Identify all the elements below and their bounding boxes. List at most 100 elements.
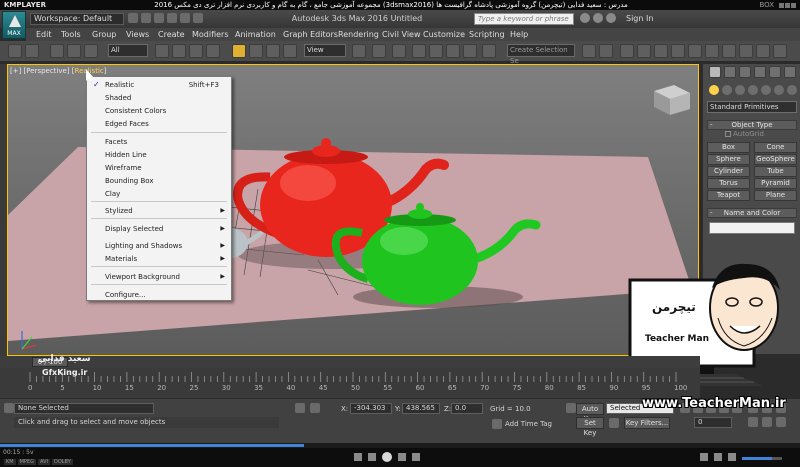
menu-item-shaded[interactable]: Shaded <box>87 92 231 104</box>
material-editor-button[interactable] <box>705 44 719 58</box>
cylinder-button[interactable]: Cylinder <box>707 166 750 177</box>
viewcube[interactable] <box>654 85 690 115</box>
manipulate-button[interactable] <box>372 44 386 58</box>
select-and-scale-button[interactable] <box>266 44 280 58</box>
playlist-icon[interactable] <box>714 453 722 461</box>
geometry-icon[interactable] <box>709 85 719 95</box>
pyramid-button[interactable]: Pyramid <box>754 178 797 189</box>
app-menu-button[interactable]: MAX <box>2 11 26 39</box>
select-and-move-button[interactable] <box>232 44 246 58</box>
layer-explorer-button[interactable] <box>637 44 651 58</box>
shapes-icon[interactable] <box>722 85 732 95</box>
menu-edit[interactable]: Edit <box>36 28 52 41</box>
key-icon[interactable] <box>566 403 576 413</box>
systems-icon[interactable] <box>787 85 797 95</box>
helpers-icon[interactable] <box>761 85 771 95</box>
open-file-icon[interactable] <box>141 13 151 23</box>
volume-slider[interactable] <box>742 457 782 460</box>
menu-customize[interactable]: Customize <box>423 28 465 41</box>
menu-tools[interactable]: Tools <box>61 28 81 41</box>
add-time-tag-button[interactable]: Add Time Tag <box>505 420 552 428</box>
key-filters-button[interactable]: Key Filters... <box>624 417 670 429</box>
set-key-button[interactable]: Set Key <box>576 417 604 437</box>
menu-item-realistic[interactable]: ✓ Realistic Shift+F3 <box>87 79 231 91</box>
cone-button[interactable]: Cone <box>754 142 797 153</box>
menu-item-viewport-background[interactable]: Viewport Background ▶ <box>87 271 231 283</box>
edit-named-selection-button[interactable] <box>482 44 496 58</box>
menu-item-bounding-box[interactable]: Bounding Box <box>87 175 231 187</box>
undo-icon[interactable] <box>167 13 177 23</box>
menu-views[interactable]: Views <box>126 28 149 41</box>
menu-graph-editors[interactable]: Graph Editors <box>283 28 338 41</box>
kmplayer-box-label[interactable]: BOX <box>759 0 774 10</box>
object-name-field[interactable] <box>709 222 795 234</box>
align-button[interactable] <box>599 44 613 58</box>
project-folder-icon[interactable] <box>193 13 203 23</box>
x-coord-field[interactable]: -304.303 <box>350 403 392 414</box>
auto-key-button[interactable]: Auto Key <box>576 403 604 423</box>
scene-explorer-button[interactable] <box>620 44 634 58</box>
torus-button[interactable]: Torus <box>707 178 750 189</box>
sign-in-link[interactable]: Sign In <box>626 14 653 23</box>
absolute-mode-icon[interactable] <box>310 403 320 413</box>
time-tag-icon[interactable] <box>492 419 502 429</box>
tube-button[interactable]: Tube <box>754 166 797 177</box>
spinner-snap-button[interactable] <box>463 44 477 58</box>
workspace-dropdown[interactable]: Workspace: Default <box>30 13 124 25</box>
pivot-center-button[interactable] <box>352 44 366 58</box>
rendered-frame-window-button[interactable] <box>739 44 753 58</box>
menu-help[interactable]: Help <box>510 28 528 41</box>
menu-rendering[interactable]: Rendering <box>338 28 379 41</box>
angle-snap-button[interactable] <box>429 44 443 58</box>
geosphere-button[interactable]: GeoSphere <box>754 154 797 165</box>
menu-item-materials[interactable]: Materials ▶ <box>87 253 231 265</box>
orbit-icon[interactable] <box>776 417 786 427</box>
menu-animation[interactable]: Animation <box>235 28 276 41</box>
snaps-toggle-button[interactable] <box>412 44 426 58</box>
curve-editor-button[interactable] <box>671 44 685 58</box>
binoculars-icon[interactable] <box>580 13 590 23</box>
menu-civil-view[interactable]: Civil View <box>382 28 421 41</box>
minimize-icon[interactable] <box>779 3 784 8</box>
lock-selection-icon[interactable] <box>295 403 305 413</box>
close-icon[interactable] <box>791 3 796 8</box>
render-iterative-button[interactable] <box>773 44 787 58</box>
menu-item-clay[interactable]: Clay <box>87 188 231 200</box>
current-frame-field[interactable]: 0 <box>694 417 732 428</box>
z-coord-field[interactable]: 0.0 <box>451 403 483 414</box>
select-by-name-button[interactable] <box>172 44 186 58</box>
bind-space-warp-button[interactable] <box>84 44 98 58</box>
create-tab-icon[interactable] <box>709 66 721 78</box>
hierarchy-tab-icon[interactable] <box>739 66 751 78</box>
render-setup-button[interactable] <box>722 44 736 58</box>
kmplayer-window-buttons[interactable] <box>778 1 798 9</box>
new-file-icon[interactable] <box>128 13 138 23</box>
named-selection-set-dropdown[interactable]: Create Selection Se <box>507 44 575 65</box>
play-pause-icon[interactable] <box>382 452 392 462</box>
stop-icon[interactable] <box>354 453 362 461</box>
menu-item-edged-faces[interactable]: Edged Faces <box>87 118 231 130</box>
viewport-label[interactable]: [+] [Perspective] [Realistic] <box>10 67 106 75</box>
y-coord-field[interactable]: 438.565 <box>402 403 440 414</box>
space-warps-icon[interactable] <box>774 85 784 95</box>
mirror-button[interactable] <box>582 44 596 58</box>
select-and-rotate-button[interactable] <box>249 44 263 58</box>
pan-view-icon[interactable] <box>762 417 772 427</box>
unlink-button[interactable] <box>67 44 81 58</box>
menu-modifiers[interactable]: Modifiers <box>192 28 229 41</box>
settings-icon[interactable] <box>700 453 708 461</box>
time-slider[interactable]: 0 / 100 <box>0 356 700 368</box>
cameras-icon[interactable] <box>748 85 758 95</box>
track-bar[interactable]: 0 5 10 15 20 25 30 35 40 45 50 55 60 65 70 75 80 85 90 95 10… <box>0 368 700 398</box>
menu-scripting[interactable]: Scripting <box>469 28 505 41</box>
window-crossing-button[interactable] <box>206 44 220 58</box>
menu-item-facets[interactable]: Facets <box>87 136 231 148</box>
star-icon[interactable] <box>593 13 603 23</box>
reference-coordinate-dropdown[interactable]: View <box>304 44 346 57</box>
name-and-color-rollout[interactable]: - Name and Color <box>707 208 797 218</box>
menu-item-stylized[interactable]: Stylized ▶ <box>87 205 231 217</box>
lights-icon[interactable] <box>735 85 745 95</box>
utilities-tab-icon[interactable] <box>784 66 796 78</box>
selection-filter-dropdown[interactable]: All <box>108 44 148 57</box>
speaker-icon[interactable] <box>728 453 736 461</box>
